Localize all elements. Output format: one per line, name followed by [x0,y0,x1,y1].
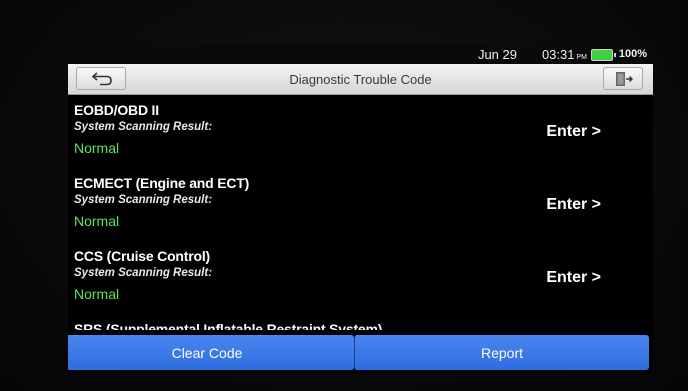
scan-result-label: System Scanning Result: [74,121,213,133]
list-item[interactable]: EOBD/OBD II System Scanning Result: Norm… [68,95,653,168]
status-ampm: PM [576,54,588,61]
status-time: 03:31 PM [542,47,587,62]
page-title: Diagnostic Trouble Code [289,72,432,87]
status-bar: Jun 29 03:31 PM 100% [68,44,653,64]
scan-result-label: System Scanning Result: [74,194,213,206]
status-time-value: 03:31 [541,47,575,62]
device-screen: Jun 29 03:31 PM 100% Diagnostic Trouble C… [68,44,653,374]
scan-result-status: Normal [74,213,120,229]
battery-icon [591,49,616,61]
status-date: Jun 29 [477,47,517,62]
enter-button[interactable]: Enter > [546,196,601,214]
scan-result-label: System Scanning Result: [74,267,213,279]
system-name: ECMECT (Engine and ECT) [74,175,250,191]
system-name: SRS (Supplemental Inflatable Restraint S… [74,321,383,330]
system-name: EOBD/OBD II [74,102,159,118]
system-name: CCS (Cruise Control) [74,248,211,264]
action-bar: Clear Code Report [68,335,649,370]
list-item[interactable]: SRS (Supplemental Inflatable Restraint S… [68,314,653,330]
scan-result-status: Normal [74,286,120,302]
system-list: EOBD/OBD II System Scanning Result: Norm… [68,95,653,330]
enter-button[interactable]: Enter > [546,269,601,287]
list-item[interactable]: CCS (Cruise Control) System Scanning Res… [68,241,653,314]
clear-code-button[interactable]: Clear Code [68,335,354,370]
battery-percent: 100% [618,48,647,60]
scan-result-status: Normal [74,140,120,156]
title-bar: Diagnostic Trouble Code [68,64,653,95]
list-item[interactable]: ECMECT (Engine and ECT) System Scanning … [68,168,653,241]
report-button[interactable]: Report [354,335,649,370]
exit-button[interactable] [603,67,643,90]
exit-door-icon [616,72,633,86]
enter-button[interactable]: Enter > [546,123,601,141]
device-frame: Jun 29 03:31 PM 100% Diagnostic Trouble C… [0,0,688,391]
